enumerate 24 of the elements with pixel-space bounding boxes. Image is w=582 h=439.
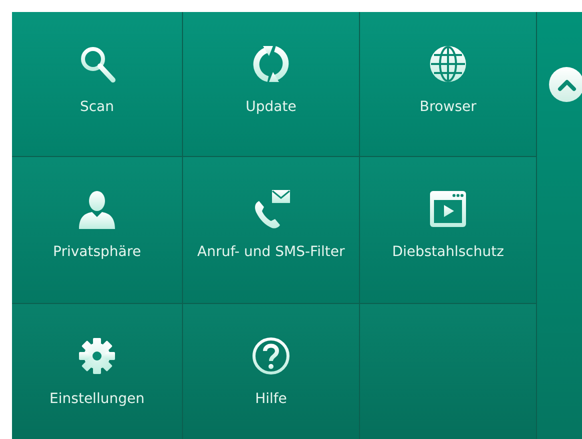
menu-tile[interactable]: Scan <box>12 12 183 157</box>
menu-tile[interactable]: Einstellungen <box>12 304 183 439</box>
person-icon <box>77 189 117 229</box>
chevron-up-icon <box>556 78 576 92</box>
globe-icon <box>428 44 468 84</box>
menu-tile[interactable]: Diebstahlschutz <box>360 157 537 304</box>
gear-icon <box>77 336 117 376</box>
scroll-up-button[interactable] <box>549 67 582 102</box>
tile-label: Privatsphäre <box>53 243 141 262</box>
tile-label: Update <box>246 98 296 117</box>
menu-tile[interactable]: Browser <box>360 12 537 157</box>
tile-label: Einstellungen <box>50 390 144 409</box>
help-icon <box>251 336 291 376</box>
tile-label: Browser <box>420 98 476 117</box>
play-window-icon <box>428 189 468 229</box>
tile-label: Anruf- und SMS-Filter <box>197 243 345 262</box>
menu-tile[interactable]: Anruf- und SMS-Filter <box>183 157 360 304</box>
menu-tile[interactable]: Update <box>183 12 360 157</box>
menu-tile[interactable]: Privatsphäre <box>12 157 183 304</box>
tile-label: Diebstahlschutz <box>392 243 504 262</box>
tile-label: Hilfe <box>255 390 287 409</box>
refresh-icon <box>251 44 291 84</box>
menu-tile[interactable]: Hilfe <box>183 304 360 439</box>
tile-label: Scan <box>80 98 114 117</box>
